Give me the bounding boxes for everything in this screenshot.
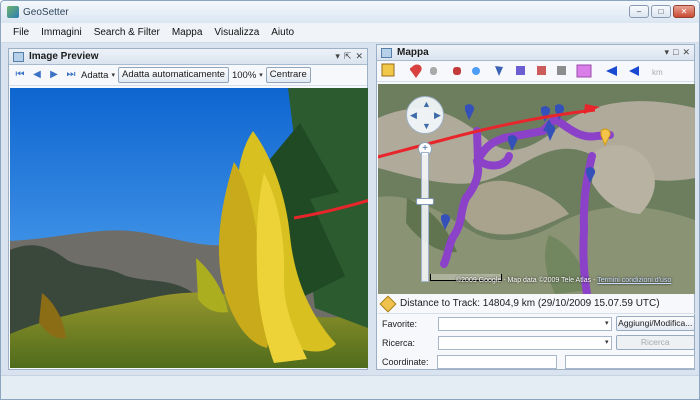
app-icon [7, 6, 19, 18]
map-header: Mappa ▾ □ ✕ [377, 45, 694, 61]
menu-bar: File Immagini Search & Filter Mappa Visu… [1, 23, 699, 43]
status-bar [1, 375, 699, 399]
menu-file[interactable]: File [7, 27, 35, 38]
map-tool-icons: km [381, 63, 663, 78]
map-form: Distance to Track: 14804,9 km (29/10/200… [378, 294, 695, 371]
svg-text:km: km [652, 68, 663, 77]
map-panel: Mappa ▾ □ ✕ km ▲ ◀ ▶ ▼ + ©2009 Google - … [376, 44, 695, 370]
window-controls: – □ ✕ [629, 5, 695, 18]
add-modify-button[interactable]: Aggiungi/Modifica... [615, 316, 695, 331]
pan-up-icon[interactable]: ▲ [422, 99, 431, 109]
coordinates-input[interactable] [437, 354, 557, 369]
map-copyright-text: ©2009 Google - Map data ©2009 Tele Atlas… [456, 277, 596, 284]
first-image-icon[interactable]: ⏮ [13, 68, 27, 82]
map-terms-link[interactable]: Termini condizioni d'uso [597, 277, 671, 284]
panel-close-icon[interactable]: ✕ [355, 51, 363, 62]
zoom-slider-handle[interactable] [416, 198, 434, 205]
map-controls: ▾ □ ✕ [664, 47, 694, 58]
menu-search-filter[interactable]: Search & Filter [88, 27, 166, 38]
pan-down-icon[interactable]: ▼ [422, 121, 431, 131]
last-image-icon[interactable]: ⏭ [64, 68, 78, 82]
panel-menu-icon[interactable]: ▾ [335, 51, 340, 62]
image-preview-controls: ▾ ⇱ ✕ [335, 51, 367, 62]
image-preview-header: Image Preview ▾ ⇱ ✕ [9, 49, 367, 65]
map-title: Mappa [397, 47, 429, 58]
favorite-row: Favorite: ▾ Aggiungi/Modifica... [378, 314, 695, 333]
panel-close-icon[interactable]: ✕ [682, 47, 690, 58]
app-title: GeoSetter [23, 6, 69, 18]
panel-float-icon[interactable]: ⇱ [344, 51, 352, 62]
coordinates-row: Coordinate: [378, 352, 695, 371]
image-preview-title: Image Preview [29, 51, 99, 62]
coordinates-extra-input[interactable] [564, 354, 695, 369]
center-button[interactable]: Centrare [265, 67, 311, 83]
next-image-icon[interactable]: ▶ [47, 68, 61, 82]
minimize-button[interactable]: – [629, 5, 649, 18]
close-button[interactable]: ✕ [673, 5, 695, 18]
map-toolbar: km [377, 61, 694, 82]
map-pan-control[interactable]: ▲ ◀ ▶ ▼ [406, 96, 444, 134]
chevron-down-icon[interactable]: ▾ [259, 71, 263, 79]
pencil-icon[interactable] [379, 295, 397, 312]
panel-menu-icon[interactable]: ▾ [664, 47, 669, 58]
pan-left-icon[interactable]: ◀ [410, 110, 417, 121]
search-row: Ricerca: ▾ Ricerca [378, 333, 695, 352]
search-button[interactable]: Ricerca [615, 335, 695, 350]
image-preview-icon [13, 51, 24, 62]
zoom-slider[interactable] [421, 152, 429, 282]
menu-help[interactable]: Aiuto [265, 27, 300, 38]
menu-view[interactable]: Visualizza [208, 27, 265, 38]
chevron-down-icon[interactable]: ▾ [111, 71, 115, 79]
adapt-dropdown[interactable]: Adatta [81, 70, 108, 81]
image-preview-toolbar: ⏮ ◀ ▶ ⏭ Adatta ▾ Adatta automaticamente … [9, 65, 367, 86]
favorite-label: Favorite: [382, 318, 418, 329]
chevron-down-icon[interactable]: ▾ [605, 319, 609, 327]
title-bar: GeoSetter – □ ✕ [1, 1, 699, 23]
search-dropdown[interactable]: ▾ [437, 335, 612, 350]
maximize-button[interactable]: □ [651, 5, 671, 18]
distance-text: Distance to Track: 14804,9 km (29/10/200… [400, 298, 660, 309]
auto-adapt-button[interactable]: Adatta automaticamente [117, 67, 229, 83]
menu-images[interactable]: Immagini [35, 27, 88, 38]
search-label: Ricerca: [382, 337, 416, 348]
favorite-dropdown[interactable]: ▾ [437, 316, 612, 331]
map-copyright: ©2009 Google - Map data ©2009 Tele Atlas… [456, 277, 671, 284]
map-panel-icon [381, 47, 392, 58]
panel-maximize-icon[interactable]: □ [673, 47, 678, 58]
coordinates-label: Coordinate: [382, 356, 429, 367]
distance-row: Distance to Track: 14804,9 km (29/10/200… [378, 294, 695, 314]
chevron-down-icon[interactable]: ▾ [605, 338, 609, 346]
geosetter-window: GeoSetter – □ ✕ File Immagini Search & F… [0, 0, 700, 400]
photo-preview [10, 88, 368, 368]
previous-image-icon[interactable]: ◀ [30, 68, 44, 82]
image-preview-panel: Image Preview ▾ ⇱ ✕ ⏮ ◀ ▶ ⏭ Adatta ▾ Ada… [8, 48, 368, 370]
map-view[interactable]: ▲ ◀ ▶ ▼ + ©2009 Google - Map data ©2009 … [378, 84, 695, 294]
direction-arrow-overlay [293, 199, 368, 220]
zoom-level[interactable]: 100% [232, 70, 256, 81]
pan-right-icon[interactable]: ▶ [434, 110, 441, 121]
menu-map[interactable]: Mappa [166, 27, 209, 38]
